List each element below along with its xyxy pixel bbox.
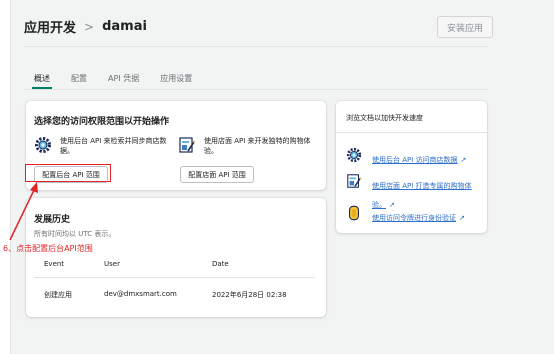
configure-storefront-api-button[interactable]: 配置店面 API 范围 [180,166,254,183]
history-divider [34,277,315,278]
tab-api-credentials[interactable]: API 凭据 [108,73,139,84]
tab-app-settings[interactable]: 应用设置 [160,73,192,84]
breadcrumb-app-development[interactable]: 应用开发 [24,17,76,36]
doc-link-admin-api[interactable]: 使用后台 API 访问商店数据 ↗ [346,147,481,166]
row-event: 创建应用 [44,291,72,299]
external-link-icon: ↗ [459,214,465,222]
tabs-divider [24,89,487,90]
storefront-icon [346,173,362,189]
doc-link-access-token-label[interactable]: 使用访问令牌进行身份验证 [372,214,456,222]
storefront-icon [178,136,196,154]
docs-divider [336,132,487,133]
gear-icon [34,136,52,154]
docs-title: 浏览文档以加快开发速度 [346,114,423,122]
tab-configuration[interactable]: 配置 [71,73,87,84]
tab-overview[interactable]: 概述 [32,73,52,89]
admin-api-feature: 使用后台 API 来检索并同步商店数据。 [34,136,174,156]
external-link-icon: ↗ [460,156,467,164]
highlight-box [25,164,111,182]
doc-link-admin-api-label[interactable]: 使用后台 API 访问商店数据 [372,156,458,164]
row-user: dev@dmxsmart.com [104,290,177,298]
gear-icon [346,147,362,163]
row-date: 2022年6月28日 02:38 [212,291,287,299]
header-divider [24,46,487,47]
app-name: damai [102,19,147,34]
token-icon [346,205,362,221]
history-subtitle: 所有时间均以 UTC 表示。 [34,230,116,238]
storefront-api-description: 使用店面 API 来开发独特的购物体验。 [204,137,311,155]
access-scope-title: 选择您的访问权限范围以开始操作 [34,117,170,127]
admin-api-description: 使用后台 API 来检索并同步商店数据。 [60,137,167,155]
page-title: 应用开发 > damai [24,17,147,36]
history-title: 发展历史 [34,215,71,225]
column-header-date: Date [212,260,229,268]
tab-bar: 概述 配置 API 凭据 应用设置 [32,73,213,89]
annotation-label: 6、点击配置后台API范围 [3,244,93,253]
column-header-event: Event [44,260,65,268]
storefront-api-feature: 使用店面 API 来开发独特的购物体验。 [178,136,318,156]
doc-link-access-token[interactable]: 使用访问令牌进行身份验证 ↗ [346,205,481,224]
install-app-button[interactable]: 安装应用 [437,16,493,38]
left-sidebar-edge [0,0,11,354]
breadcrumb-separator: > [84,19,95,34]
column-header-user: User [104,260,120,268]
